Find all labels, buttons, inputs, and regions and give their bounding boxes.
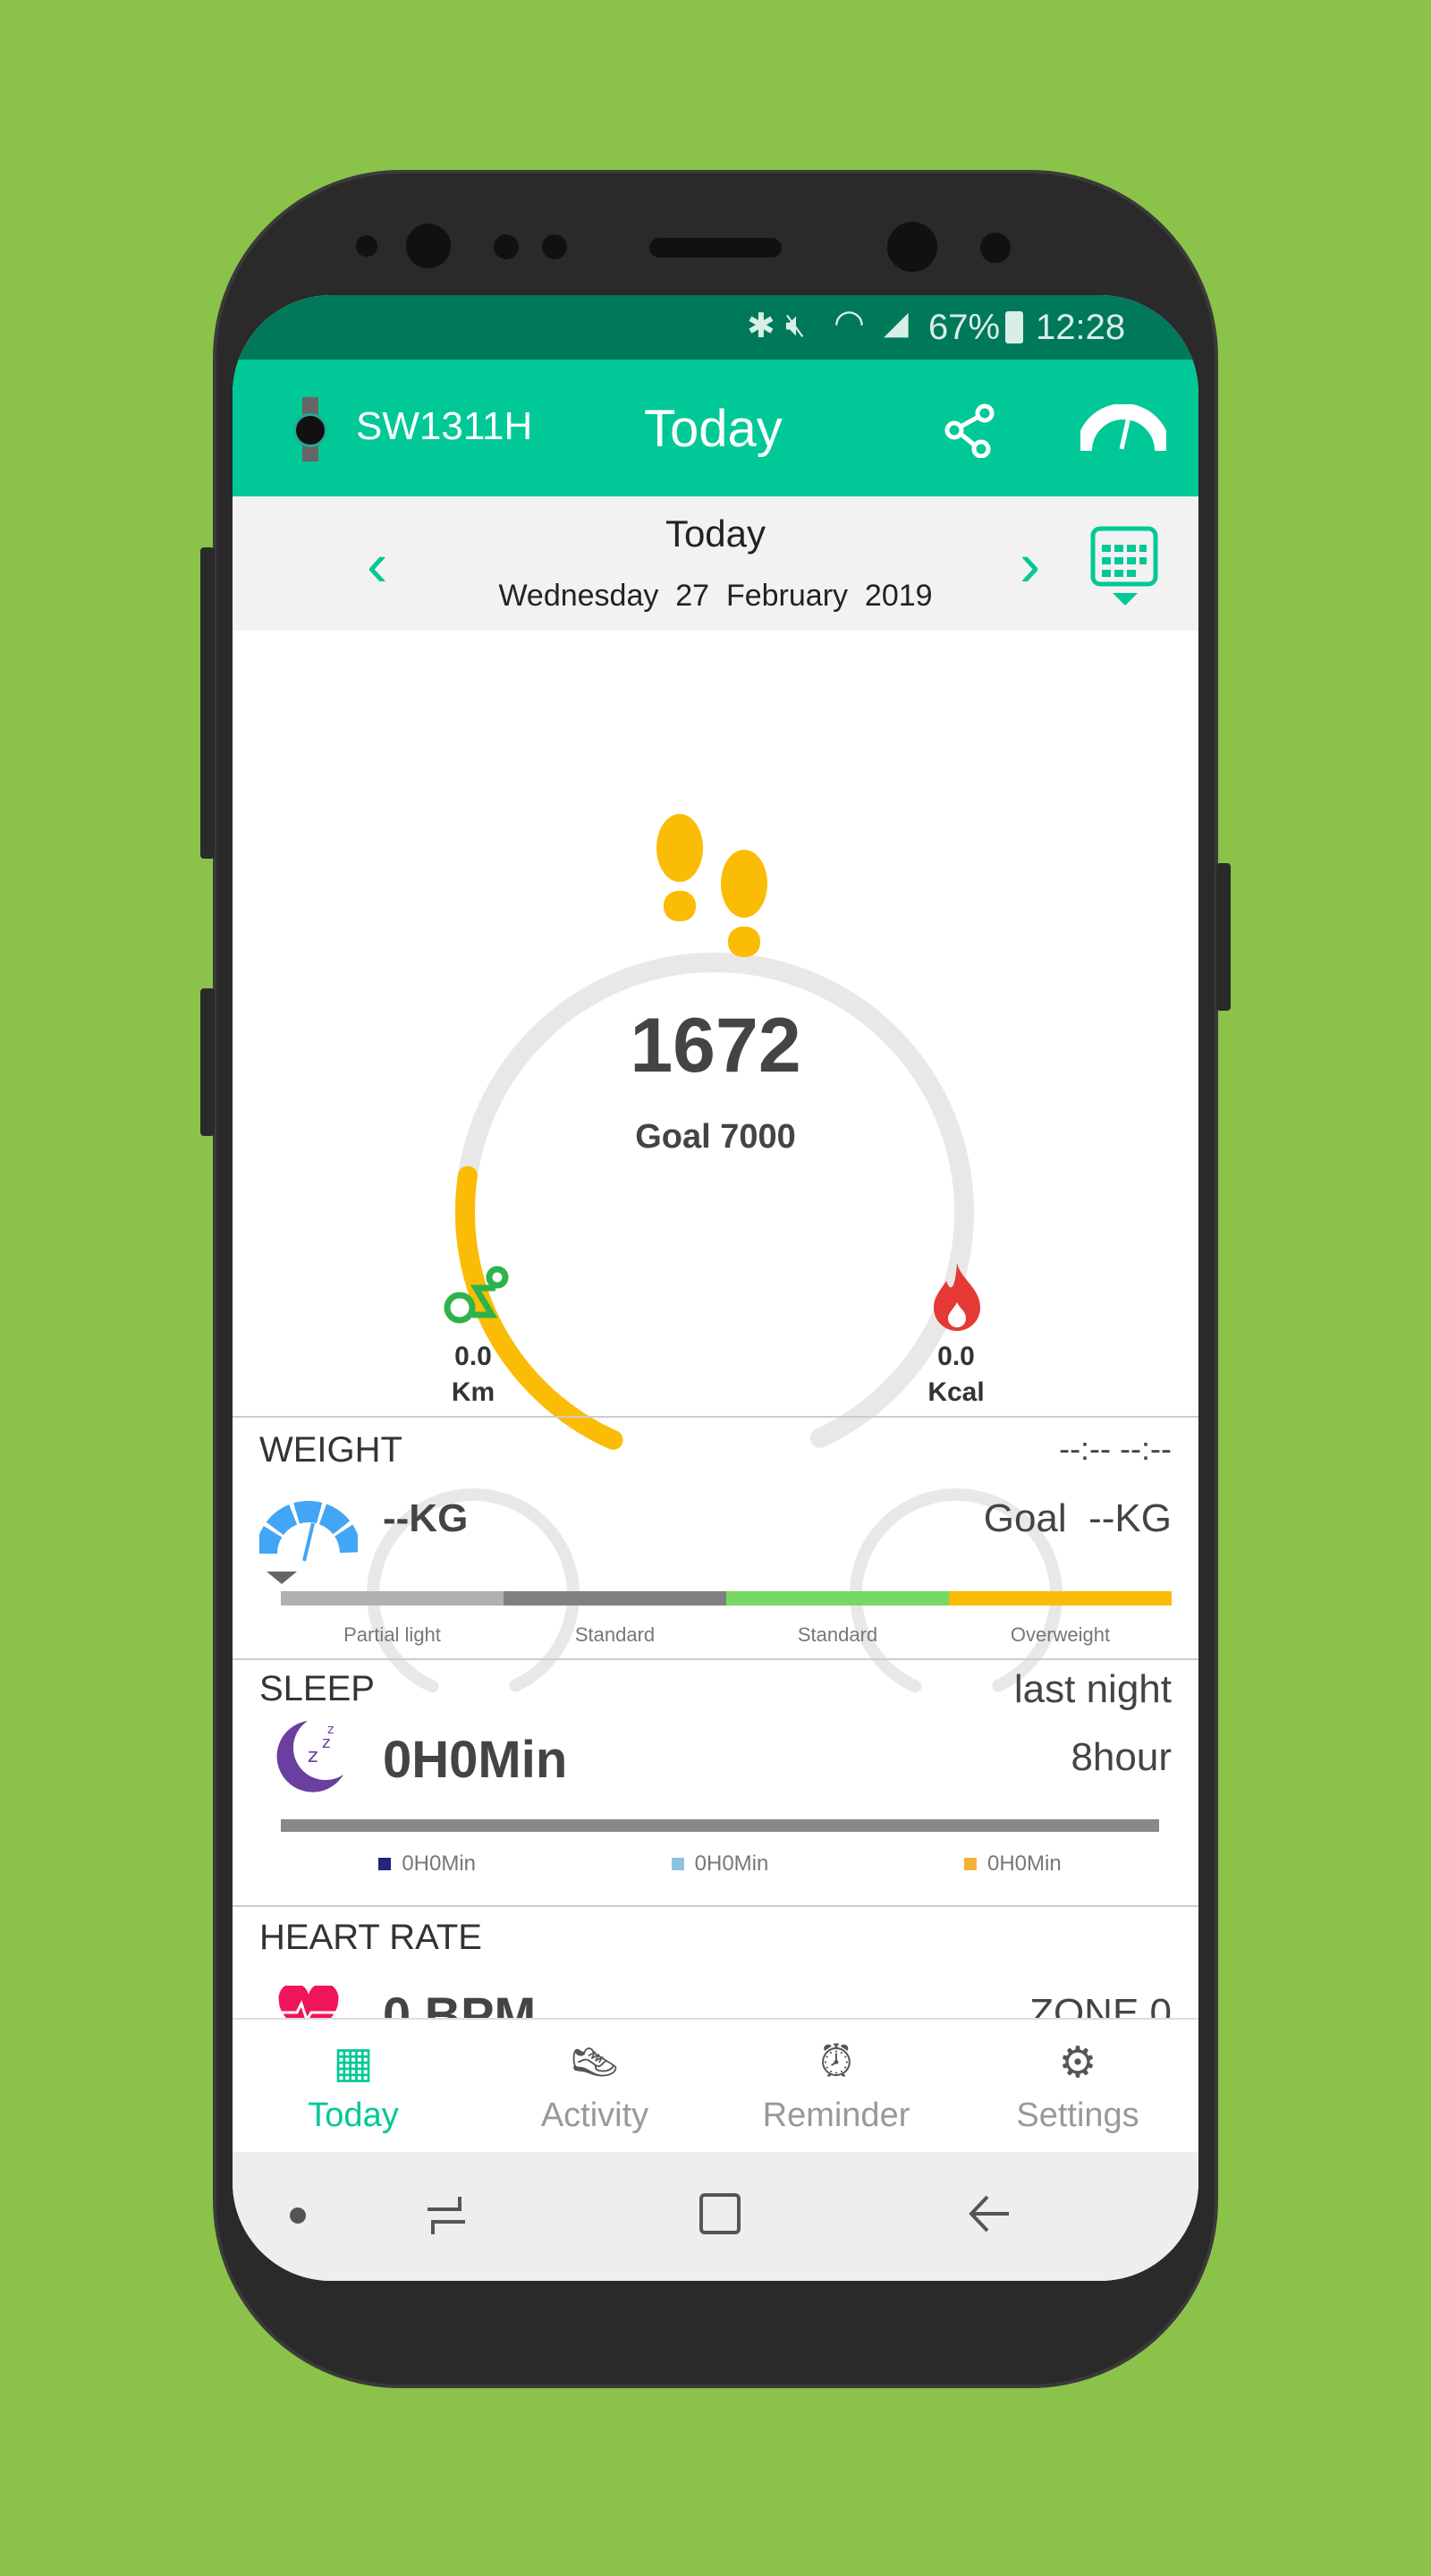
weight-scale-label: Standard bbox=[797, 1623, 878, 1646]
date-title: Today bbox=[665, 513, 766, 555]
speedometer-icon[interactable] bbox=[1080, 404, 1166, 454]
share-icon[interactable] bbox=[944, 402, 999, 458]
next-day-button[interactable]: › bbox=[1020, 529, 1040, 600]
weight-goal: Goal --KG bbox=[983, 1496, 1172, 1540]
sleep-legend-item: 0H0Min bbox=[963, 1852, 1062, 1877]
weight-scale-segment bbox=[504, 1591, 726, 1606]
legend-swatch bbox=[671, 1858, 684, 1870]
dot-icon[interactable] bbox=[290, 2207, 306, 2224]
footsteps-icon bbox=[656, 814, 767, 957]
date-bar: ‹ Today Wednesday 27 February 2019 › bbox=[233, 496, 1198, 631]
sleep-legend-item: 0H0Min bbox=[378, 1852, 476, 1877]
scale-gauge-icon bbox=[259, 1501, 358, 1562]
recents-icon[interactable] bbox=[424, 2193, 469, 2238]
screen: ✱ 🔇︎ ◠ ◢ 67% 12:28 SW1311H Today ‹ Today… bbox=[233, 295, 1198, 2281]
speaker bbox=[649, 238, 782, 258]
sleep-value: 0H0Min bbox=[383, 1731, 568, 1789]
sensor bbox=[542, 234, 567, 259]
alarm-clock-icon: ⏰︎ bbox=[819, 2038, 853, 2086]
tab-reminder[interactable]: ⏰︎ Reminder bbox=[716, 2038, 957, 2135]
flame-icon bbox=[934, 1263, 980, 1331]
weight-scale-label: Partial light bbox=[343, 1623, 441, 1646]
legend-swatch bbox=[378, 1858, 392, 1870]
calories-value: 0.0 bbox=[937, 1342, 975, 1371]
tab-today[interactable]: ▦ Today bbox=[233, 2038, 474, 2135]
sleep-bar bbox=[281, 1819, 1159, 1832]
weight-time: --:-- --:-- bbox=[1059, 1430, 1172, 1467]
date-text: Wednesday 27 February 2019 bbox=[498, 579, 933, 613]
tab-label: Reminder bbox=[762, 2097, 910, 2134]
mute-icon: 🔇︎ bbox=[785, 306, 806, 343]
sleep-period: last night bbox=[1013, 1667, 1172, 1711]
heart-value: 0 BPM bbox=[383, 1987, 537, 2018]
sleep-legend-item: 0H0Min bbox=[671, 1852, 769, 1877]
calories-unit: Kcal bbox=[927, 1377, 985, 1407]
tab-label: Activity bbox=[540, 2097, 649, 2134]
shoe-icon: 👟︎ bbox=[567, 2040, 622, 2088]
heart-rate-card[interactable]: HEART RATE 0 BPM ZONE 0 bbox=[233, 1907, 1198, 2018]
clock: 12:28 bbox=[1036, 308, 1126, 347]
step-count: 1672 bbox=[630, 1003, 801, 1089]
calendar-icon: ▦ bbox=[333, 2039, 374, 2087]
distance-icon bbox=[444, 1266, 509, 1324]
weight-scale-segment bbox=[949, 1591, 1172, 1606]
sleep-legend: 0H0Min 0H0Min 0H0Min bbox=[281, 1852, 1159, 1877]
weight-pointer bbox=[267, 1572, 297, 1584]
heart-title: HEART RATE bbox=[259, 1918, 482, 1957]
power-button bbox=[1216, 863, 1231, 1011]
moon-icon: zzz bbox=[276, 1721, 343, 1792]
system-nav-bar bbox=[233, 2152, 1198, 2281]
watch-icon[interactable] bbox=[293, 397, 327, 462]
home-icon[interactable] bbox=[699, 2193, 741, 2234]
heart-icon bbox=[278, 1986, 339, 2018]
page-title: Today bbox=[644, 400, 783, 458]
heart-zone: ZONE 0 bbox=[1029, 1991, 1172, 2018]
wifi-icon: ◠ bbox=[834, 303, 865, 343]
iris-camera bbox=[406, 224, 451, 268]
device-name[interactable]: SW1311H bbox=[356, 404, 532, 449]
bottom-nav: ▦ Today 👟︎ Activity ⏰︎ Reminder ⚙ Settings bbox=[233, 2018, 1198, 2152]
app-bar: SW1311H Today bbox=[233, 360, 1198, 496]
calendar-icon[interactable] bbox=[1089, 521, 1161, 611]
legend-label: 0H0Min bbox=[402, 1852, 477, 1876]
back-icon[interactable] bbox=[968, 2191, 1012, 2236]
battery-text: 67% bbox=[928, 308, 1001, 347]
svg-text:z: z bbox=[308, 1745, 318, 1767]
sleep-goal: 8hour bbox=[1071, 1735, 1172, 1779]
legend-swatch bbox=[963, 1858, 977, 1870]
weight-scale-label: Standard bbox=[574, 1623, 656, 1646]
step-goal: Goal 7000 bbox=[635, 1118, 796, 1156]
weight-scale-segment bbox=[281, 1591, 504, 1606]
legend-label: 0H0Min bbox=[694, 1852, 769, 1876]
bluetooth-icon: ✱ bbox=[747, 308, 775, 345]
front-camera bbox=[887, 222, 937, 272]
weight-title: WEIGHT bbox=[259, 1430, 402, 1470]
weight-card[interactable]: WEIGHT --:-- --:-- --KG Goal --KG Partia… bbox=[233, 1418, 1198, 1659]
tab-label: Settings bbox=[1016, 2097, 1139, 2134]
sleep-card[interactable]: SLEEP last night zzz 0H0Min 8hour 0H0Min… bbox=[233, 1660, 1198, 1905]
legend-label: 0H0Min bbox=[986, 1852, 1062, 1876]
distance-value: 0.0 bbox=[454, 1342, 492, 1371]
sensor bbox=[356, 235, 377, 257]
sleep-title: SLEEP bbox=[259, 1669, 375, 1708]
weight-scale-labels: Partial light Standard Standard Overweight bbox=[281, 1623, 1172, 1647]
distance-unit: Km bbox=[451, 1377, 495, 1407]
weight-value: --KG bbox=[383, 1496, 469, 1540]
tab-activity[interactable]: 👟︎ Activity bbox=[474, 2038, 716, 2135]
signal-icon: ◢ bbox=[884, 304, 909, 341]
bixby-button bbox=[200, 988, 215, 1136]
sensor bbox=[494, 234, 519, 259]
tab-settings[interactable]: ⚙ Settings bbox=[957, 2038, 1198, 2135]
sensor bbox=[980, 233, 1011, 263]
weight-scale-segment bbox=[726, 1591, 949, 1606]
status-bar: ✱ 🔇︎ ◠ ◢ 67% 12:28 bbox=[233, 295, 1198, 360]
svg-text:z: z bbox=[327, 1723, 334, 1737]
volume-button bbox=[200, 547, 215, 859]
gear-icon: ⚙ bbox=[1058, 2039, 1097, 2087]
tab-label: Today bbox=[308, 2097, 399, 2134]
weight-scale-label: Overweight bbox=[1010, 1623, 1111, 1646]
weight-scale-bar bbox=[281, 1591, 1172, 1606]
battery-icon bbox=[1005, 311, 1023, 343]
